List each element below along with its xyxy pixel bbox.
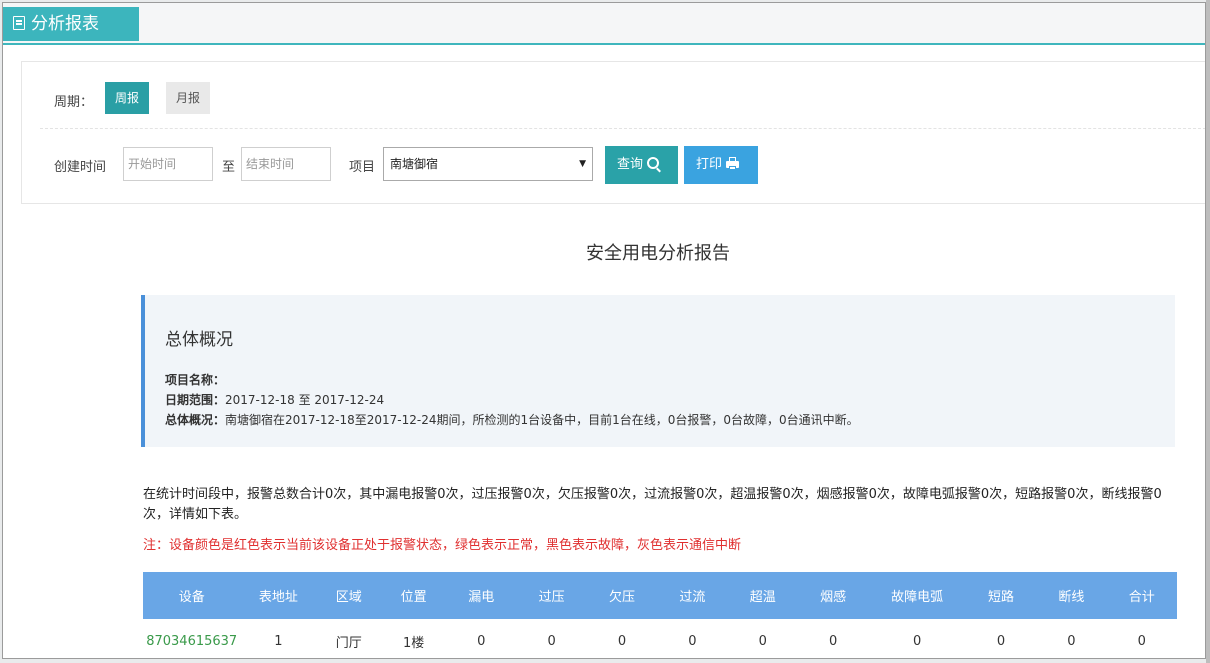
column-header: 断线 [1036, 572, 1107, 619]
end-time-input[interactable]: 结束时间 [241, 147, 331, 181]
app-frame: 分析报表 周期： 周报 月报 创建时间 开始时间 至 结束时间 项目 南塘御宿 … [2, 2, 1206, 659]
to-label: 至 [222, 160, 236, 175]
window-edge [1206, 0, 1210, 663]
column-header: 设备 [143, 572, 241, 619]
column-header: 合计 [1106, 572, 1177, 619]
report-title: 安全用电分析报告 [586, 243, 730, 264]
project-name-label: 项目名称： [165, 373, 226, 387]
document-icon [13, 16, 25, 30]
divider [40, 128, 1205, 129]
query-button[interactable]: 查询 [605, 146, 678, 184]
column-header: 短路 [965, 572, 1037, 619]
statistics-text: 在统计时间段中，报警总数合计0次，其中漏电报警0次，过压报警0次，欠压报警0次，… [143, 487, 1162, 522]
search-icon [647, 157, 660, 169]
printer-icon [726, 157, 740, 170]
table-cell: 0 [798, 619, 869, 658]
column-header: 欠压 [586, 572, 658, 619]
project-label: 项目 [349, 160, 376, 175]
table-cell: 1楼 [381, 619, 447, 658]
table-cell: 0 [868, 619, 966, 658]
device-id-cell[interactable]: 87034615637 [143, 619, 241, 658]
date-range-line: 日期范围：2017-12-18 至 2017-12-24 [165, 391, 384, 408]
created-time-label: 创建时间 [54, 160, 107, 175]
table-cell: 0 [1036, 619, 1107, 658]
print-button-label: 打印 [696, 157, 723, 172]
column-header: 区域 [316, 572, 382, 619]
project-select[interactable]: 南塘御宿 ▼ [383, 147, 593, 181]
tab-label: 分析报表 [31, 14, 99, 34]
tab-bar: 分析报表 [3, 3, 1205, 45]
date-range-label: 日期范围： [165, 393, 226, 407]
column-header: 故障电弧 [868, 572, 966, 619]
table-cell: 门厅 [316, 619, 382, 658]
column-header: 烟感 [798, 572, 869, 619]
table-row: 87034615637 1 门厅 1楼 0 0 0 0 0 0 0 0 0 0 [143, 619, 1177, 658]
column-header: 过流 [657, 572, 728, 619]
column-header: 过压 [516, 572, 587, 619]
overview-value: 南塘御宿在2017-12-18至2017-12-24期间，所检测的1台设备中，目… [225, 413, 859, 427]
table-cell: 0 [657, 619, 728, 658]
query-button-label: 查询 [617, 157, 644, 172]
column-header: 超温 [727, 572, 798, 619]
overview-label: 总体概况： [165, 413, 226, 427]
table-cell: 0 [446, 619, 517, 658]
overview-line: 总体概况：南塘御宿在2017-12-18至2017-12-24期间，所检测的1台… [165, 411, 859, 428]
month-report-button[interactable]: 月报 [166, 82, 211, 114]
project-name-line: 项目名称： [165, 371, 225, 388]
column-header: 漏电 [446, 572, 517, 619]
tab-analysis-report[interactable]: 分析报表 [3, 7, 139, 41]
summary-heading: 总体概况 [165, 330, 233, 350]
table-cell: 1 [240, 619, 317, 658]
table-cell: 0 [1106, 619, 1177, 658]
period-label: 周期： [54, 95, 94, 110]
column-header: 位置 [381, 572, 447, 619]
table-cell: 0 [516, 619, 587, 658]
date-range-value: 2017-12-18 至 2017-12-24 [225, 393, 385, 407]
table-header-row: 设备 表地址 区域 位置 漏电 过压 欠压 过流 超温 烟感 故障电弧 短路 断… [143, 572, 1177, 619]
chevron-down-icon: ▼ [579, 159, 586, 169]
project-select-value: 南塘御宿 [390, 157, 439, 171]
summary-panel: 总体概况 项目名称： 日期范围：2017-12-18 至 2017-12-24 … [141, 295, 1175, 447]
table-cell: 0 [586, 619, 658, 658]
column-header: 表地址 [240, 572, 317, 619]
table-cell: 0 [965, 619, 1037, 658]
start-time-input[interactable]: 开始时间 [123, 147, 213, 181]
filter-panel: 周期： 周报 月报 创建时间 开始时间 至 结束时间 项目 南塘御宿 ▼ 查询 … [21, 61, 1205, 204]
print-button[interactable]: 打印 [684, 146, 758, 184]
color-legend-note: 注：设备颜色是红色表示当前该设备正处于报警状态，绿色表示正常，黑色表示故障，灰色… [143, 538, 742, 553]
report-table: 设备 表地址 区域 位置 漏电 过压 欠压 过流 超温 烟感 故障电弧 短路 断… [143, 572, 1177, 658]
table-cell: 0 [727, 619, 798, 658]
week-report-button[interactable]: 周报 [105, 82, 150, 114]
